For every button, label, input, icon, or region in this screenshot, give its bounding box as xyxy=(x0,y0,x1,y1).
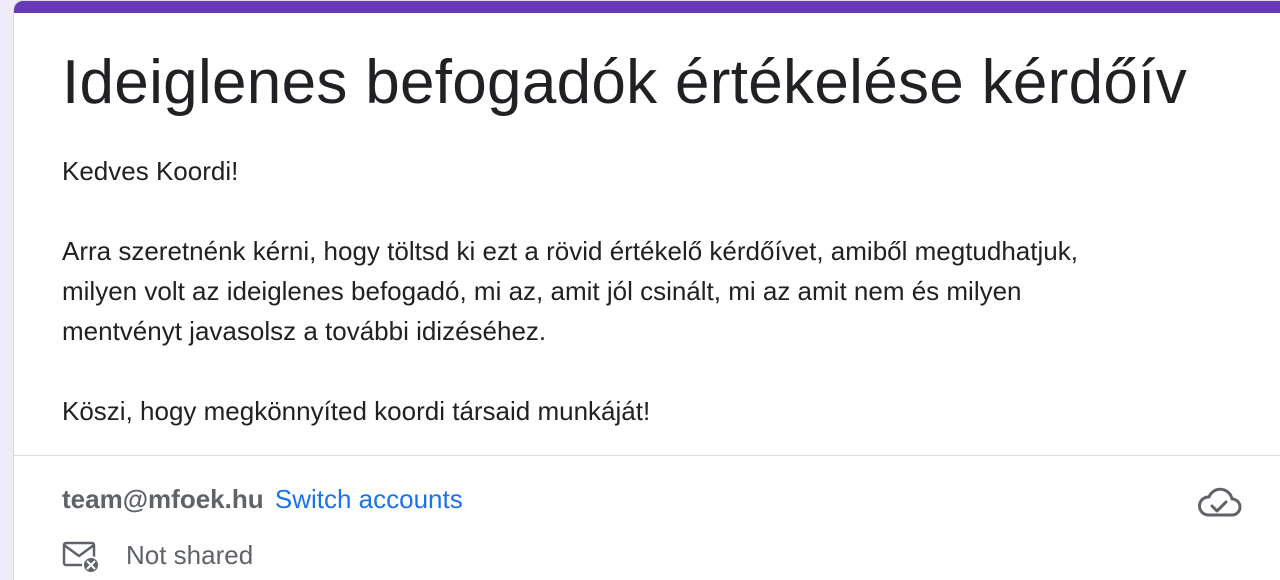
description-body: Arra szeretnénk kérni, hogy töltsd ki ez… xyxy=(62,236,1078,346)
account-row: team@mfoek.hu Switch accounts xyxy=(62,481,463,517)
form-header-card: Ideiglenes befogadók értékelése kérdőív … xyxy=(13,0,1280,580)
accent-bar xyxy=(14,1,1280,13)
switch-accounts-link[interactable]: Switch accounts xyxy=(275,484,463,514)
form-page: Ideiglenes befogadók értékelése kérdőív … xyxy=(0,0,1280,580)
description-greeting: Kedves Koordi! xyxy=(62,156,239,186)
form-description: Kedves Koordi! Arra szeretnénk kérni, ho… xyxy=(62,151,1222,431)
divider xyxy=(14,455,1280,456)
mail-not-shared-icon xyxy=(62,541,100,574)
form-title: Ideiglenes befogadók értékelése kérdőív xyxy=(62,48,1188,117)
description-closing: Köszi, hogy megkönnyíted koordi társaid … xyxy=(62,396,651,426)
account-email: team@mfoek.hu xyxy=(62,484,264,514)
sharing-status: Not shared xyxy=(126,540,254,570)
cloud-saved-icon xyxy=(1198,487,1242,517)
